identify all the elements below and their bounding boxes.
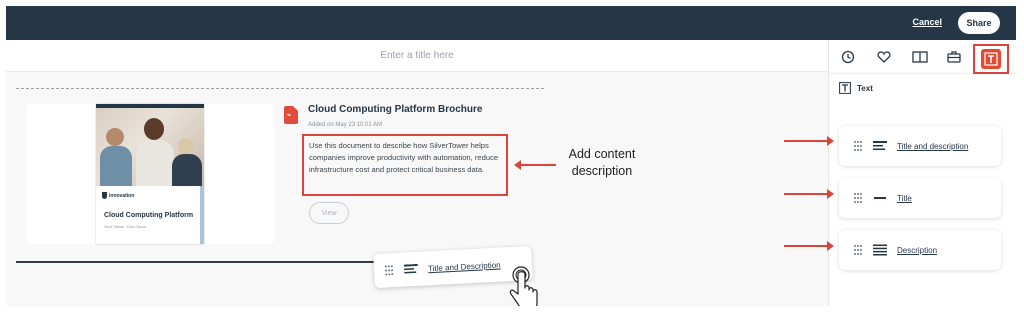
photo-person-head <box>106 128 124 146</box>
drag-handle-icon[interactable] <box>853 140 863 152</box>
photo-person-head <box>178 138 194 154</box>
app-frame: Cancel Share Enter a title here innovati… <box>6 6 1016 306</box>
title-input[interactable]: Enter a title here <box>6 40 828 72</box>
document-thumbnail: innovation Cloud Computing Platform Your… <box>96 104 204 244</box>
widget-description[interactable]: Description <box>839 230 1001 270</box>
callout-line-1: Add content <box>568 147 636 161</box>
widget-title[interactable]: Title <box>839 178 1001 218</box>
drag-handle-icon[interactable] <box>853 244 863 256</box>
widget-label: Title and description <box>897 141 969 151</box>
shield-icon <box>102 192 107 199</box>
widget-title-and-description[interactable]: Title and description <box>839 126 1001 166</box>
document-thumbnail-card[interactable]: innovation Cloud Computing Platform Your… <box>26 104 274 244</box>
text-tool-highlight <box>973 44 1009 74</box>
share-button[interactable]: Share <box>958 12 1000 34</box>
dragging-widget-label: Title and Description <box>427 260 501 273</box>
photo-person-body <box>136 140 174 186</box>
callout-line-2: description <box>571 164 633 178</box>
photo-person-body <box>172 154 202 186</box>
cancel-link[interactable]: Cancel <box>912 17 942 27</box>
document-title: Cloud Computing Platform Brochure <box>308 104 483 115</box>
book-icon[interactable] <box>911 48 929 66</box>
widget-label: Title <box>897 193 912 203</box>
drop-indicator-line <box>16 261 382 263</box>
callout-arrow <box>514 160 556 170</box>
drop-guide-dashed <box>16 88 544 89</box>
title-icon <box>874 197 886 199</box>
clock-icon[interactable] <box>839 48 857 66</box>
content-description-box[interactable]: Use this document to describe how Silver… <box>302 134 508 196</box>
callout-label: Add content description <box>562 146 642 180</box>
widget-label: Description <box>897 245 938 255</box>
top-bar: Cancel Share <box>6 6 1016 40</box>
editor-canvas: Enter a title here innovation Cloud Comp… <box>6 40 828 306</box>
thumbnail-title: Cloud Computing Platform <box>104 212 194 219</box>
content-description-text: Use this document to describe how Silver… <box>309 141 499 174</box>
brand-logo: innovation <box>102 192 134 199</box>
title-placeholder: Enter a title here <box>380 50 454 61</box>
panel-toolbar <box>829 40 1016 74</box>
pdf-icon: ⌁ <box>284 106 298 124</box>
hand-cursor-icon <box>509 266 538 306</box>
widget-side-panel: Text Title and description Title Descrip… <box>828 40 1016 306</box>
description-icon <box>873 244 887 256</box>
document-added-date: Added on May 23 10:01 AM <box>308 122 383 128</box>
drag-handle-icon[interactable] <box>853 192 863 204</box>
panel-section-heading: Text <box>839 82 873 94</box>
drag-handle-icon[interactable] <box>384 264 395 277</box>
title-description-icon <box>873 141 887 150</box>
pointer-arrow <box>784 241 834 251</box>
brand-name: innovation <box>109 192 135 199</box>
text-icon[interactable] <box>981 49 1001 69</box>
thumbnail-side-band <box>200 186 204 244</box>
heart-icon[interactable] <box>875 48 893 66</box>
thumbnail-photo <box>96 108 204 186</box>
text-section-icon <box>839 82 851 94</box>
pointer-arrow <box>784 136 834 146</box>
pointer-arrow <box>784 189 834 199</box>
photo-person-body <box>100 146 132 186</box>
thumbnail-subtitle: Your Vision. Your Cloud. <box>104 224 147 229</box>
title-description-icon <box>403 263 418 274</box>
view-button[interactable]: View <box>309 202 349 224</box>
briefcase-icon[interactable] <box>945 48 963 66</box>
panel-heading-label: Text <box>857 83 873 93</box>
photo-person-head <box>144 118 164 140</box>
